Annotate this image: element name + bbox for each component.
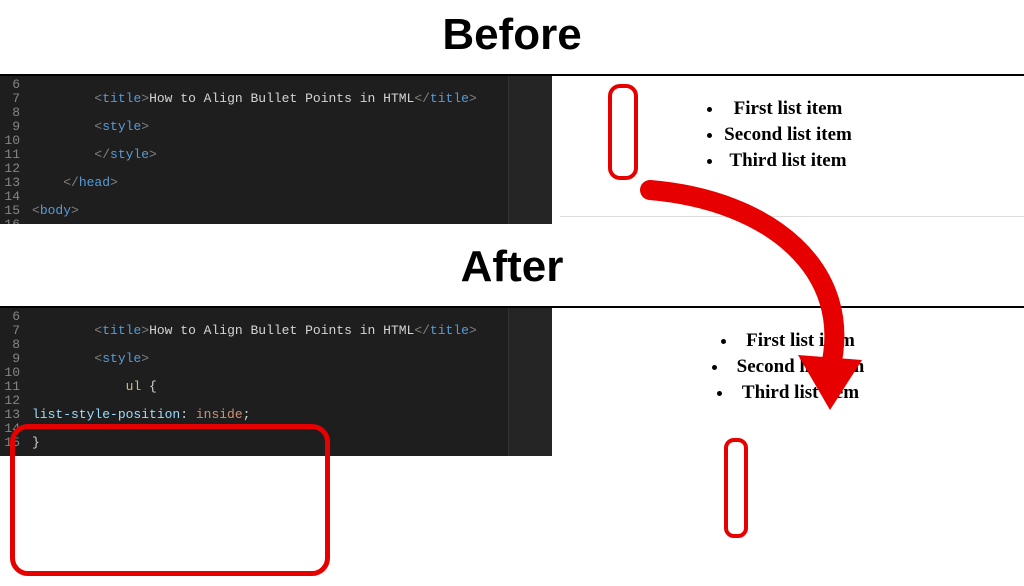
line-number: 16 — [0, 218, 20, 224]
preview-after: First list item Second list item Third l… — [552, 308, 1024, 456]
before-row: 6 7 8 9 10 11 12 13 14 15 16 <title>How … — [0, 74, 1024, 224]
preview-list-after: First list item Second list item Third l… — [712, 328, 865, 406]
heading-after: After — [0, 242, 1024, 292]
line-number: 6 — [0, 78, 20, 92]
line-number: 11 — [0, 380, 20, 394]
list-item: Third list item — [712, 380, 865, 406]
heading-before: Before — [0, 10, 1024, 60]
list-item: First list item — [724, 96, 852, 122]
line-number: 11 — [0, 148, 20, 162]
list-item: First list item — [712, 328, 865, 354]
line-number: 10 — [0, 366, 20, 380]
line-number: 7 — [0, 324, 20, 338]
list-item: Second list item — [724, 122, 852, 148]
code-editor-before: 6 7 8 9 10 11 12 13 14 15 16 <title>How … — [0, 76, 552, 224]
divider — [560, 216, 1024, 217]
line-gutter: 6 7 8 9 10 11 12 13 14 15 — [0, 308, 24, 456]
line-number: 9 — [0, 120, 20, 134]
preview-after-content: First list item Second list item Third l… — [552, 308, 1024, 406]
code-editor-after: 6 7 8 9 10 11 12 13 14 15 <title>How to … — [0, 308, 552, 456]
line-number: 9 — [0, 352, 20, 366]
line-number: 8 — [0, 106, 20, 120]
line-number: 13 — [0, 176, 20, 190]
line-number: 10 — [0, 134, 20, 148]
preview-before: First list item Second list item Third l… — [552, 76, 1024, 224]
code-area[interactable]: <title>How to Align Bullet Points in HTM… — [24, 308, 508, 456]
line-gutter: 6 7 8 9 10 11 12 13 14 15 16 — [0, 76, 24, 224]
minimap[interactable] — [508, 76, 552, 224]
line-number: 14 — [0, 190, 20, 204]
minimap[interactable] — [508, 308, 552, 456]
preview-list-before: First list item Second list item Third l… — [724, 96, 852, 174]
line-number: 12 — [0, 394, 20, 408]
code-area[interactable]: <title>How to Align Bullet Points in HTM… — [24, 76, 508, 224]
line-number: 12 — [0, 162, 20, 176]
line-number: 7 — [0, 92, 20, 106]
line-number: 6 — [0, 310, 20, 324]
line-number: 15 — [0, 204, 20, 218]
line-number: 14 — [0, 422, 20, 436]
after-row: 6 7 8 9 10 11 12 13 14 15 <title>How to … — [0, 306, 1024, 456]
list-item: Third list item — [724, 148, 852, 174]
line-number: 15 — [0, 436, 20, 450]
line-number: 13 — [0, 408, 20, 422]
line-number: 8 — [0, 338, 20, 352]
preview-before-content: First list item Second list item Third l… — [552, 76, 1024, 174]
list-item: Second list item — [712, 354, 865, 380]
